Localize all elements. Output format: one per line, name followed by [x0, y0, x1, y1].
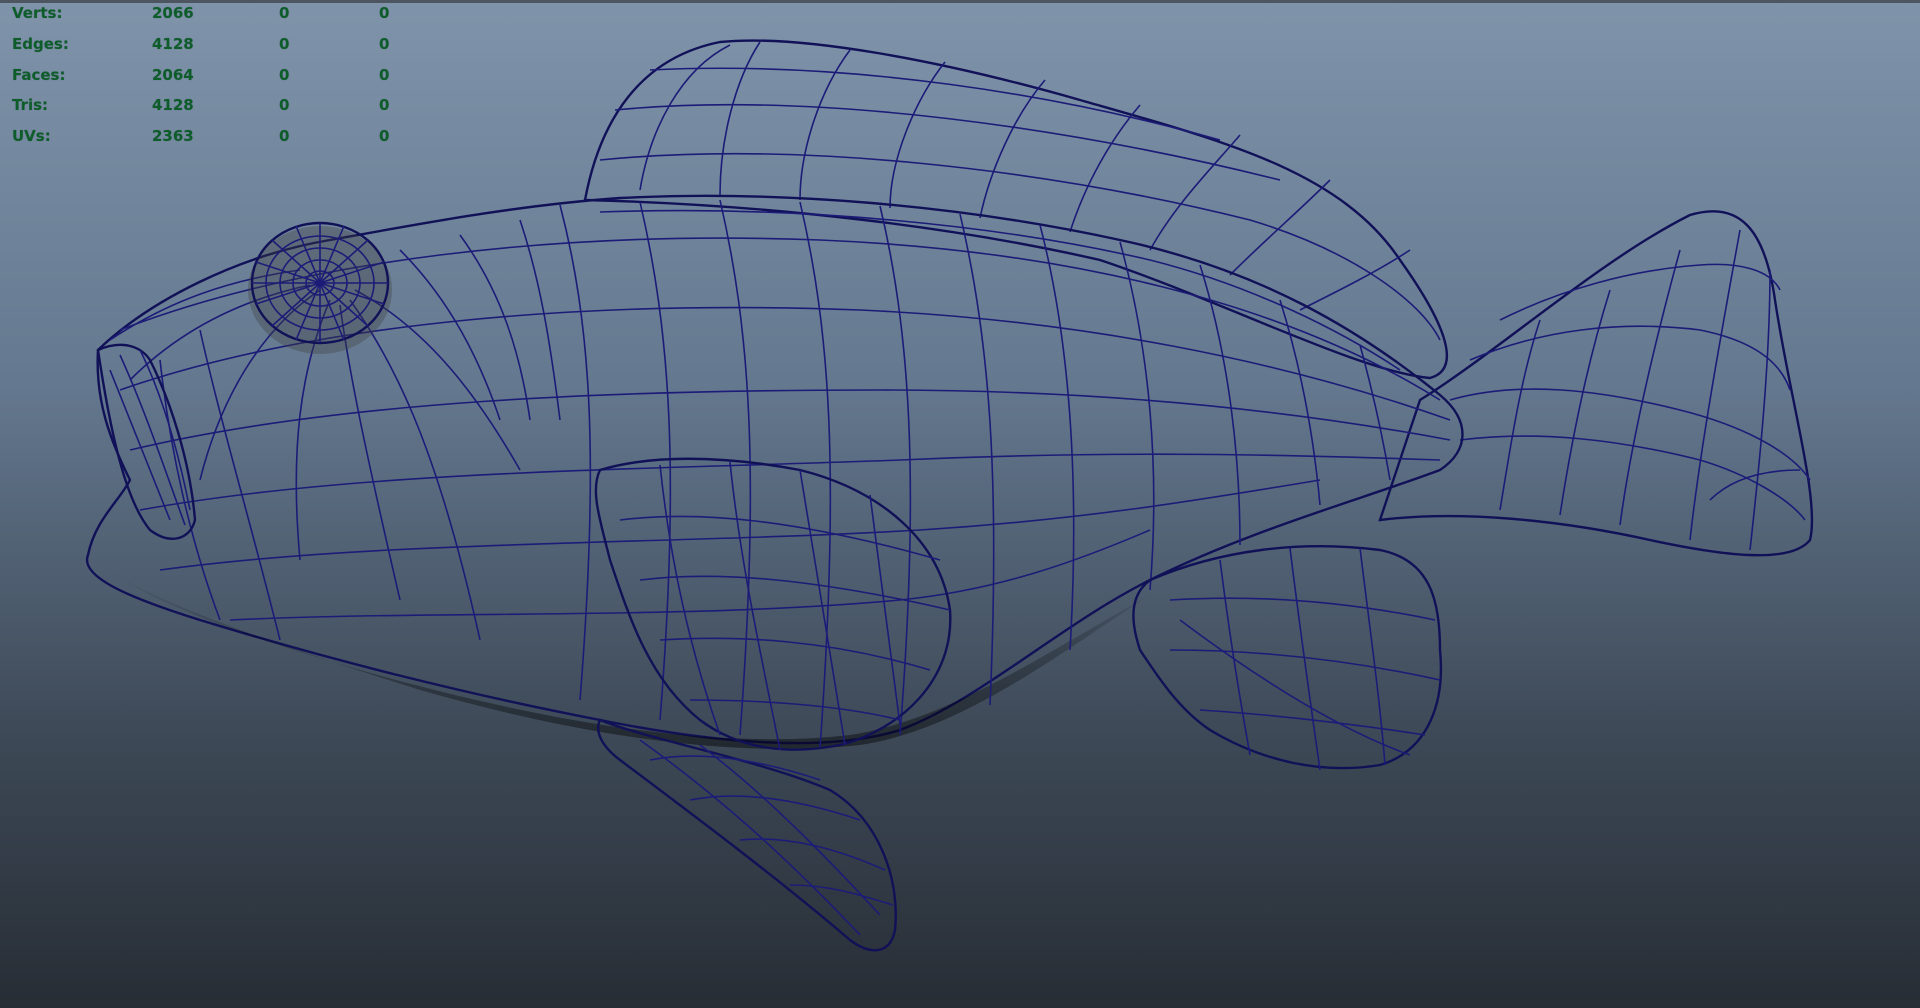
- pectoral-fin: [594, 457, 952, 751]
- fish-eye: [248, 221, 392, 354]
- fish-mesh[interactable]: [0, 0, 1920, 1008]
- tail-fin: [1378, 210, 1814, 557]
- anal-fin: [1132, 545, 1443, 771]
- pelvic-fin: [597, 718, 897, 952]
- 3d-viewport[interactable]: Verts: 2066 0 0 Edges: 4128 0 0 Faces: 2…: [0, 0, 1920, 1008]
- dorsal-fin: [583, 39, 1449, 380]
